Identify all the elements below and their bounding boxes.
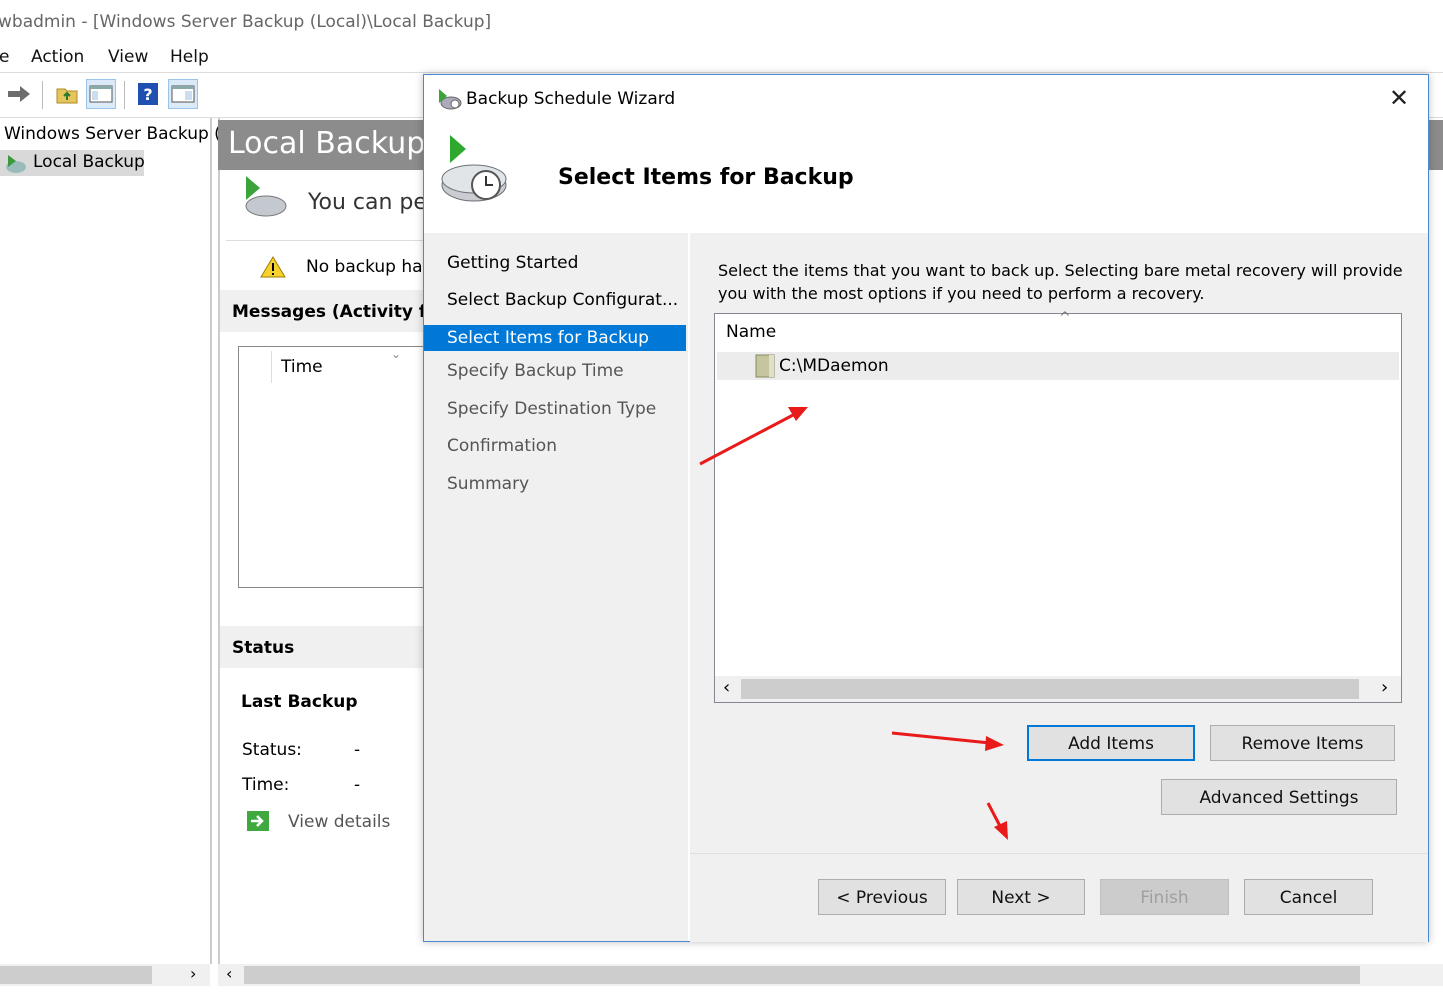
- annotation-arrow-to-item: [699, 407, 808, 466]
- annotation-arrow-to-next: [986, 802, 1008, 840]
- annotation-arrows: [699, 407, 1008, 840]
- annotation-arrow-to-add-items: [891, 731, 1004, 751]
